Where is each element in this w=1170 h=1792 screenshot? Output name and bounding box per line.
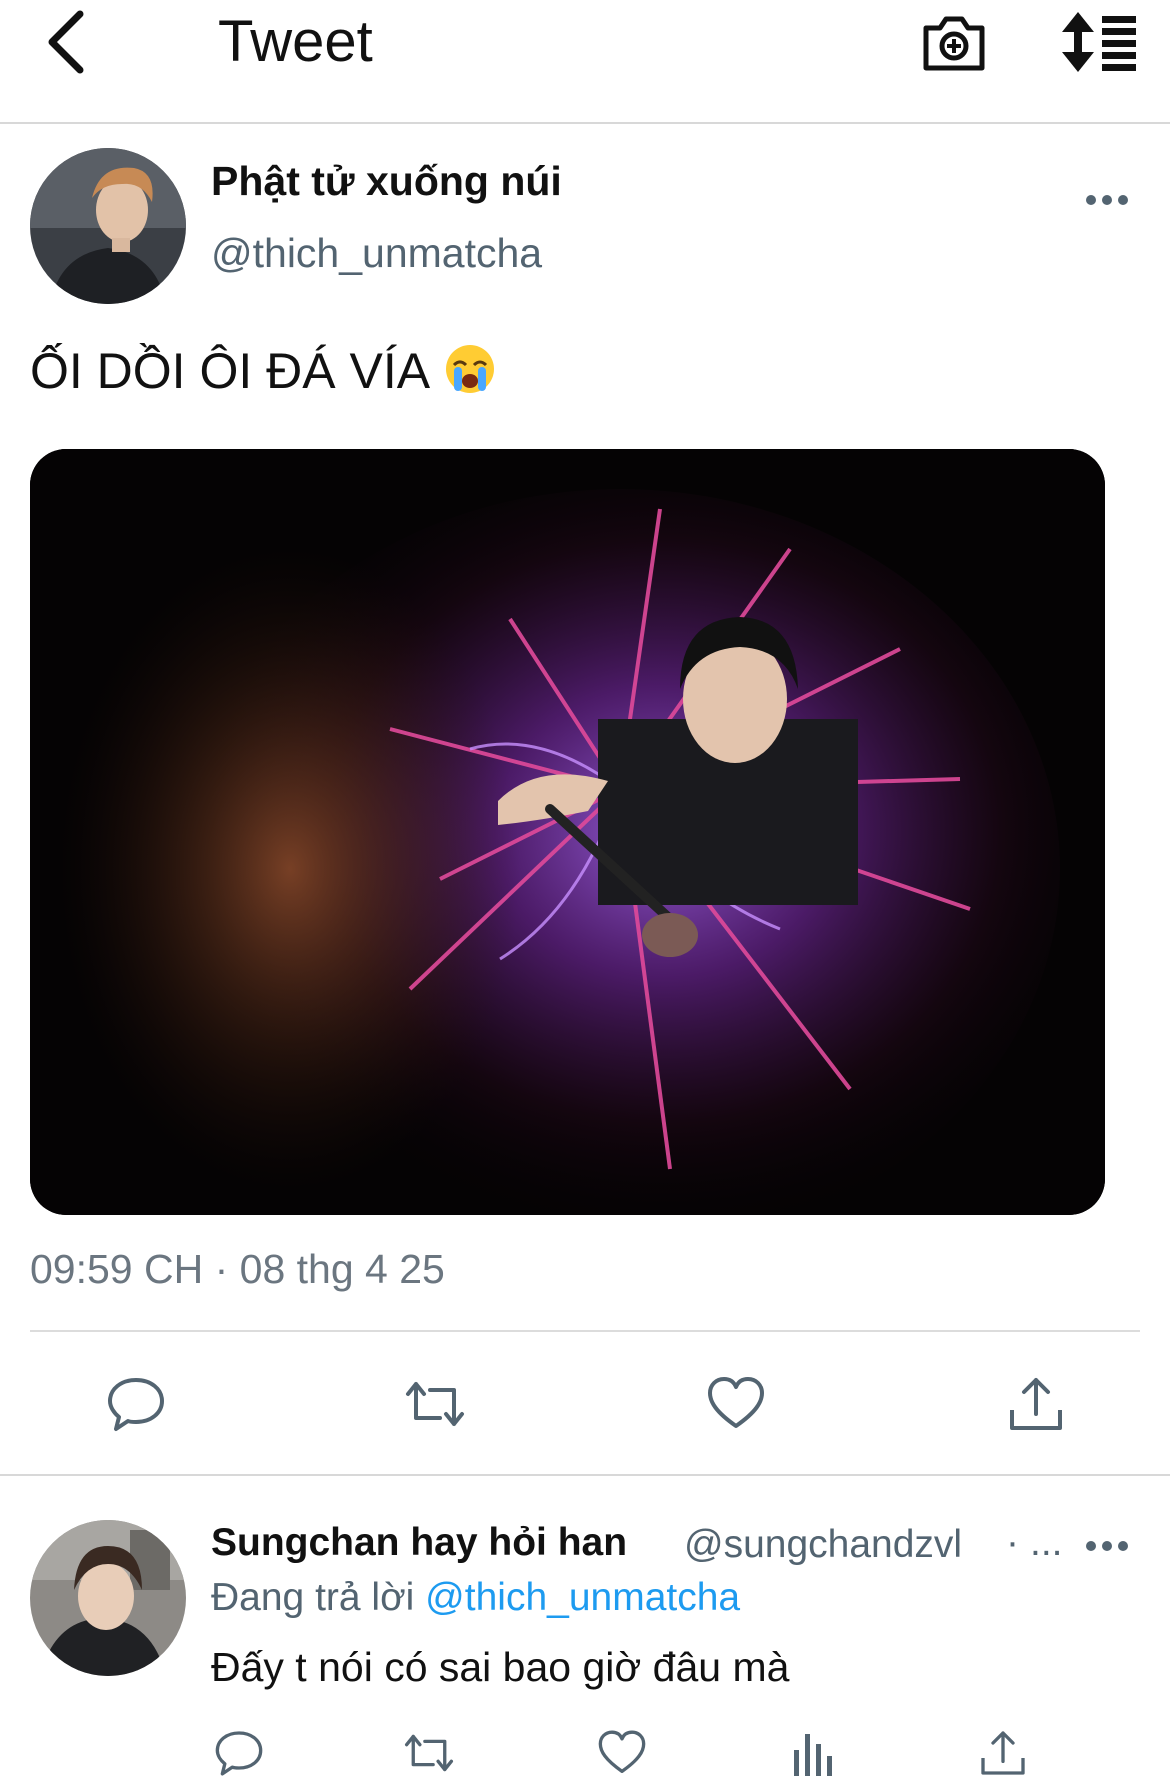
retweet-icon — [406, 1382, 464, 1426]
heart-icon — [708, 1377, 764, 1428]
reply-retweet-button[interactable] — [400, 1728, 458, 1783]
analytics-icon — [794, 1734, 832, 1776]
reply-share-button[interactable] — [978, 1728, 1028, 1783]
tweet-timestamp: 09:59 CH · 08 thg 4 25 — [30, 1246, 445, 1292]
retweet-button[interactable] — [400, 1374, 470, 1439]
replying-to-mention-link[interactable]: @thich_unmatcha — [425, 1576, 740, 1619]
tweet-media-image[interactable] — [30, 449, 1105, 1215]
replying-to-line: Đang trả lời @thich_unmatcha — [211, 1576, 740, 1620]
reply-icon — [108, 1378, 164, 1431]
share-icon — [1010, 1378, 1062, 1430]
handle-separator: · — [1006, 1521, 1019, 1564]
section-separator — [0, 1474, 1170, 1476]
tweet-text: ỐI DỒI ÔI ĐÁ VÍA — [30, 342, 496, 407]
reply-button[interactable] — [106, 1374, 166, 1439]
back-button[interactable] — [40, 10, 100, 74]
reply-more-options-button[interactable] — [1082, 1534, 1132, 1558]
replying-to-prefix: Đang trả lời — [211, 1576, 415, 1619]
chevron-left-icon — [48, 10, 84, 74]
retweet-icon — [404, 1734, 454, 1772]
more-icon — [1086, 195, 1128, 205]
like-button[interactable] — [706, 1374, 766, 1439]
divider — [30, 1330, 1140, 1332]
reply-analytics-button[interactable] — [790, 1728, 836, 1783]
page-title: Tweet — [218, 9, 373, 74]
sort-button[interactable] — [1058, 6, 1138, 78]
camera-button[interactable] — [918, 4, 990, 76]
reply-icon — [215, 1731, 263, 1776]
share-icon — [981, 1731, 1025, 1775]
top-nav-bar: Tweet — [0, 0, 1170, 124]
share-button[interactable] — [1006, 1374, 1066, 1439]
reply-reply-button[interactable] — [214, 1728, 264, 1783]
reply-like-button[interactable] — [597, 1728, 647, 1783]
reply-author-avatar[interactable] — [30, 1520, 186, 1676]
crying-face-emoji — [444, 343, 496, 407]
reply-author-handle[interactable]: @sungchandzvl — [684, 1523, 962, 1567]
sort-list-icon — [1062, 12, 1136, 72]
heart-icon — [598, 1730, 646, 1773]
reply-text: Đấy t nói có sai bao giờ đâu mà — [211, 1644, 790, 1690]
author-name[interactable]: Phật tử xuống núi — [211, 158, 562, 205]
more-icon — [1086, 1541, 1128, 1551]
reply-author-name[interactable]: Sungchan hay hỏi han — [211, 1521, 627, 1565]
author-avatar[interactable] — [30, 148, 186, 304]
tweet-text-body: ỐI DỒI ÔI ĐÁ VÍA — [30, 343, 431, 399]
camera-plus-icon — [923, 16, 985, 71]
author-handle[interactable]: @thich_unmatcha — [211, 230, 542, 277]
truncation-ellipsis: ... — [1030, 1521, 1063, 1564]
more-options-button[interactable] — [1082, 188, 1132, 212]
